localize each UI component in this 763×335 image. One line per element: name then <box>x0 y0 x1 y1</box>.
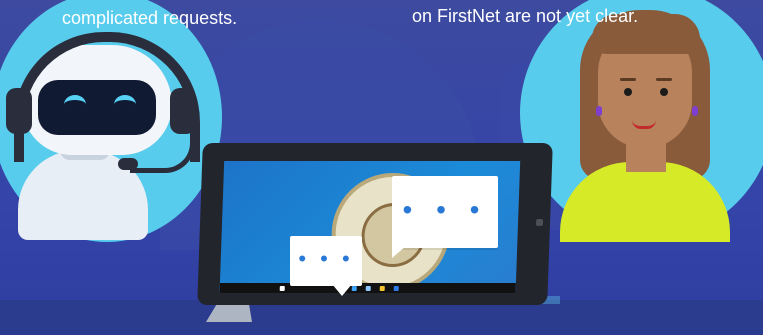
earring-right <box>692 106 698 116</box>
chat-bubble-tail <box>332 284 352 296</box>
eye-right <box>660 88 668 96</box>
microphone-icon <box>118 158 138 170</box>
typing-indicator-icon: • • • <box>298 246 354 271</box>
taskbar-app-icon <box>351 286 357 291</box>
microphone-arm <box>130 140 195 173</box>
robot-visor <box>38 80 156 135</box>
eye-left <box>624 88 632 96</box>
home-button-icon <box>535 219 544 226</box>
chat-bubble-tail <box>392 246 406 258</box>
eyebrow-right <box>656 78 672 81</box>
typing-indicator-icon: • • • <box>402 194 488 225</box>
taskbar-app-icon <box>393 286 399 291</box>
floor <box>0 300 763 335</box>
taskbar-app-icon <box>365 286 371 291</box>
chat-bubble-large: • • • <box>392 176 498 258</box>
illustration-scene: • • • • • • complicated requests. on Fir… <box>0 0 763 335</box>
caption-left: complicated requests. <box>62 8 238 28</box>
woman-avatar-icon <box>520 0 763 254</box>
taskbar <box>219 283 516 293</box>
caption-right: on FirstNet are not yet clear. <box>412 6 639 26</box>
headset-earcup-right <box>170 88 196 134</box>
robot-eye-left <box>64 95 86 114</box>
headset-earcup-left <box>6 88 32 134</box>
chat-bubble-small: • • • <box>290 236 362 296</box>
start-icon <box>279 286 285 291</box>
chatbot-robot-icon <box>0 0 230 250</box>
taskbar-app-icon <box>379 286 385 291</box>
eyebrow-left <box>620 78 636 81</box>
robot-eye-right <box>114 95 136 114</box>
earring-left <box>596 106 602 116</box>
tablet-icon <box>197 143 553 305</box>
